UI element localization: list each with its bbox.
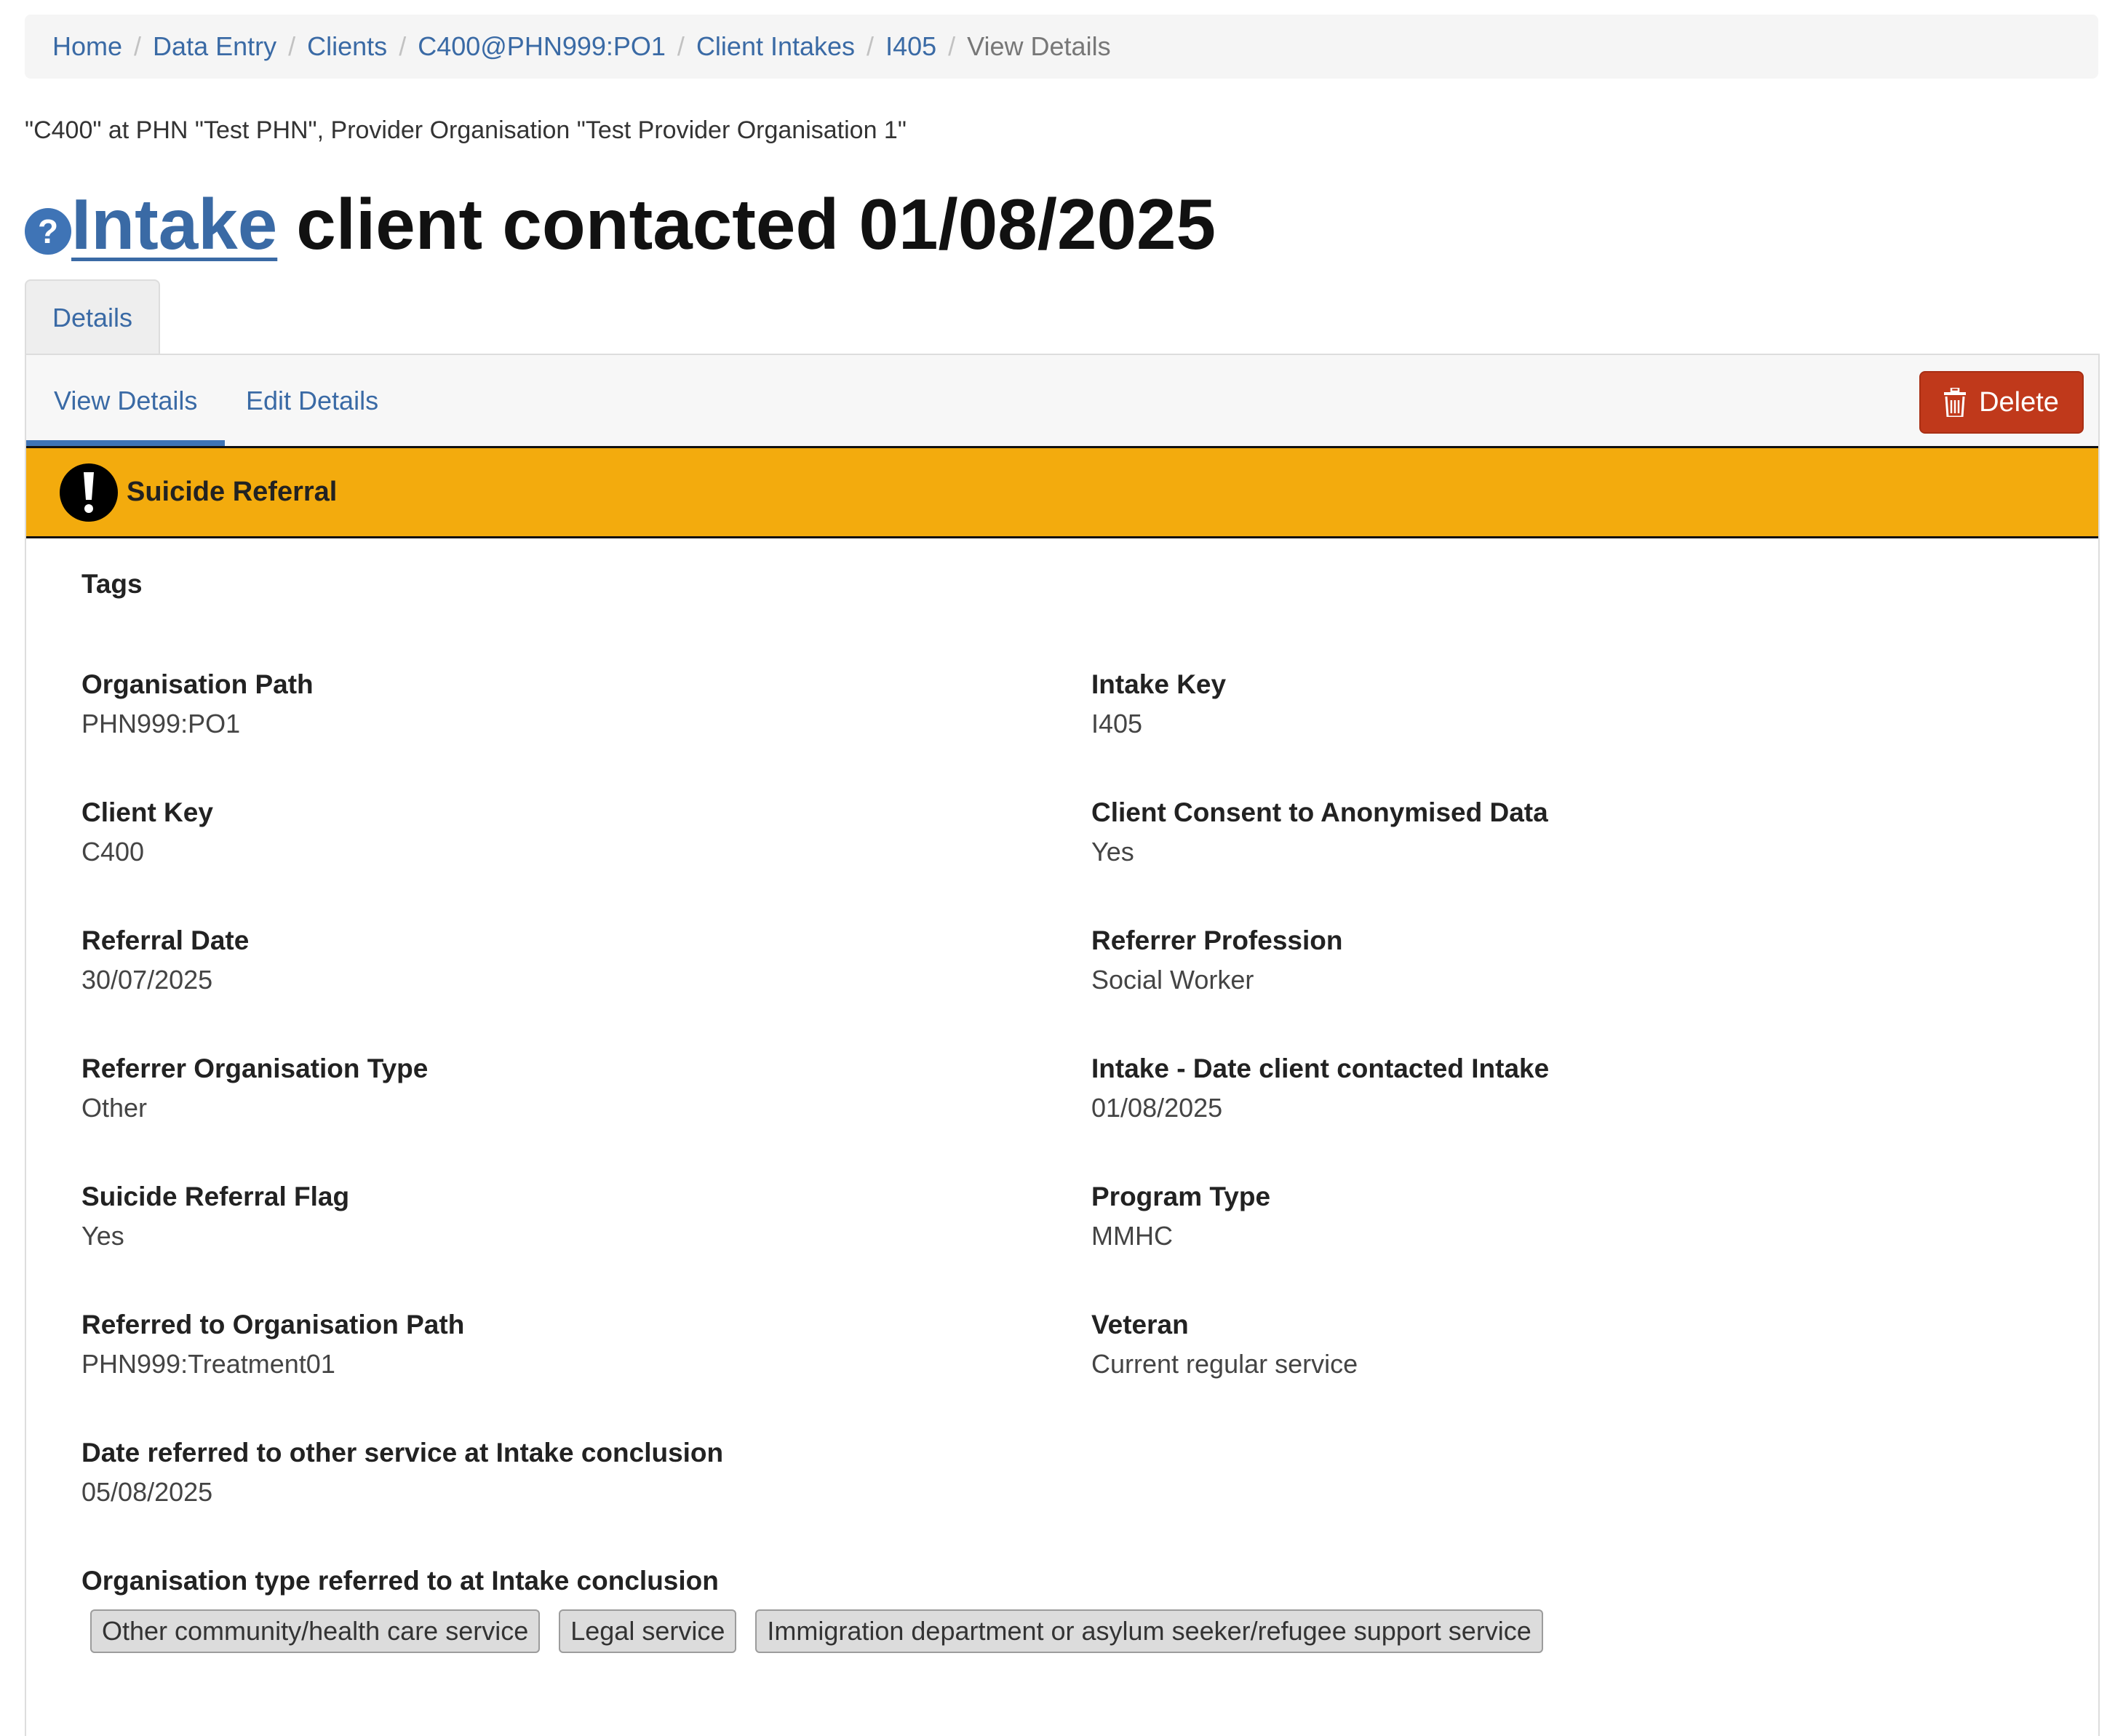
page-title: ? Intake client contacted 01/08/2025 — [25, 180, 1216, 268]
breadcrumb-separator: / — [399, 31, 407, 61]
organisation-type-tags: Other community/health care service Lega… — [90, 1609, 1562, 1653]
field-value: Yes — [1091, 837, 1134, 867]
breadcrumb-home[interactable]: Home — [52, 31, 122, 62]
client-key-field: Client Key C400 — [81, 797, 213, 867]
referral-date-field: Referral Date 30/07/2025 — [81, 925, 249, 995]
field-label: Suicide Referral Flag — [81, 1182, 350, 1211]
field-value: Yes — [81, 1221, 124, 1251]
details-panel: View Details Edit Details Delete Suicide… — [25, 354, 2100, 1736]
field-value: 01/08/2025 — [1091, 1093, 1223, 1123]
intake-date-field: Intake - Date client contacted Intake 01… — [1091, 1054, 1549, 1123]
field-label: Referral Date — [81, 925, 250, 955]
tab-view-details[interactable]: View Details — [25, 355, 226, 446]
client-consent-field: Client Consent to Anonymised Data Yes — [1091, 797, 1548, 867]
subnav: View Details Edit Details Delete — [25, 355, 2098, 448]
field-label: Tags — [81, 569, 143, 599]
veteran-field: Veteran Current regular service — [1091, 1310, 1358, 1379]
tag-pill: Immigration department or asylum seeker/… — [755, 1609, 1543, 1653]
breadcrumb-separator: / — [867, 31, 875, 61]
breadcrumb-clients[interactable]: Clients — [307, 31, 387, 62]
field-label: Organisation Path — [81, 669, 314, 699]
field-label: Referrer Organisation Type — [81, 1054, 429, 1083]
field-value: 30/07/2025 — [81, 965, 213, 995]
breadcrumb-client-intakes[interactable]: Client Intakes — [696, 31, 855, 62]
field-label: Referrer Profession — [1091, 925, 1343, 955]
tab-details[interactable]: Details — [25, 279, 160, 355]
trash-icon — [1944, 388, 1967, 417]
organisation-path-field: Organisation Path PHN999:PO1 — [81, 669, 314, 739]
suicide-referral-flag-field: Suicide Referral Flag Yes — [81, 1182, 349, 1251]
delete-button[interactable]: Delete — [1919, 371, 2084, 434]
field-label: Organisation type referred to at Intake … — [81, 1566, 719, 1596]
program-type-field: Program Type MMHC — [1091, 1182, 1270, 1251]
page: Home / Data Entry / Clients / C400@PHN99… — [0, 0, 2123, 1736]
alert-text: Suicide Referral — [127, 477, 338, 507]
field-value: Social Worker — [1091, 965, 1254, 995]
organisation-type-referred-field: Organisation type referred to at Intake … — [81, 1566, 719, 1596]
referrer-organisation-type-field: Referrer Organisation Type Other — [81, 1054, 428, 1123]
breadcrumb-data-entry[interactable]: Data Entry — [153, 31, 276, 62]
delete-label: Delete — [1979, 386, 2059, 418]
field-value: C400 — [81, 837, 145, 867]
field-value: I405 — [1091, 709, 1143, 738]
tag-pill: Other community/health care service — [90, 1609, 541, 1653]
intake-link[interactable]: Intake — [71, 183, 277, 266]
breadcrumb-current: View Details — [967, 31, 1111, 61]
field-label: Veteran — [1091, 1310, 1189, 1339]
field-label: Intake Key — [1091, 669, 1227, 699]
field-value: Current regular service — [1091, 1349, 1358, 1379]
breadcrumb-intake[interactable]: I405 — [885, 31, 936, 62]
date-referred-other-field: Date referred to other service at Intake… — [81, 1438, 723, 1508]
referrer-profession-field: Referrer Profession Social Worker — [1091, 925, 1342, 995]
intake-key-field: Intake Key I405 — [1091, 669, 1226, 739]
breadcrumb-client[interactable]: C400@PHN999:PO1 — [418, 31, 666, 62]
field-label: Referred to Organisation Path — [81, 1310, 465, 1339]
field-label: Intake - Date client contacted Intake — [1091, 1054, 1550, 1083]
field-label: Program Type — [1091, 1182, 1271, 1211]
field-value: Other — [81, 1093, 148, 1123]
context-line: "C400" at PHN "Test PHN", Provider Organ… — [25, 116, 907, 144]
field-value: 05/08/2025 — [81, 1477, 213, 1507]
help-icon[interactable]: ? — [25, 208, 71, 255]
title-text: client contacted 01/08/2025 — [296, 183, 1216, 264]
breadcrumb-separator: / — [948, 31, 956, 61]
tab-edit-details[interactable]: Edit Details — [246, 355, 378, 446]
tag-pill: Legal service — [559, 1609, 737, 1653]
breadcrumb: Home / Data Entry / Clients / C400@PHN99… — [25, 15, 2098, 79]
field-value: MMHC — [1091, 1221, 1173, 1251]
tags-field: Tags — [81, 569, 143, 600]
referred-organisation-path-field: Referred to Organisation Path PHN999:Tre… — [81, 1310, 464, 1379]
field-label: Date referred to other service at Intake… — [81, 1438, 724, 1468]
exclamation-icon — [60, 463, 118, 522]
breadcrumb-separator: / — [677, 31, 685, 61]
field-value: PHN999:PO1 — [81, 709, 241, 738]
suicide-referral-alert: Suicide Referral — [26, 448, 2098, 538]
breadcrumb-separator: / — [134, 31, 142, 61]
field-label: Client Key — [81, 797, 213, 827]
breadcrumb-separator: / — [288, 31, 296, 61]
field-label: Client Consent to Anonymised Data — [1091, 797, 1548, 827]
field-value: PHN999:Treatment01 — [81, 1349, 335, 1379]
